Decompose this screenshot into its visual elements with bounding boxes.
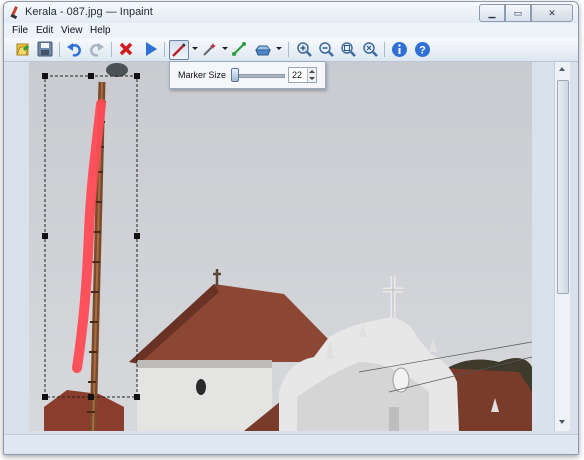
magic-wand-icon <box>203 43 216 56</box>
zoom-out-button[interactable] <box>317 40 335 58</box>
zoom-actual-icon <box>363 42 378 57</box>
menu-edit[interactable]: Edit <box>36 25 53 36</box>
toolbar-separator <box>384 42 385 57</box>
eraser-icon <box>255 45 271 56</box>
open-icon <box>16 43 30 56</box>
help-icon: ? <box>414 41 430 57</box>
minimize-button[interactable]: ▁ <box>479 4 505 22</box>
save-button[interactable] <box>36 40 54 58</box>
undo-icon <box>67 43 81 57</box>
toolbar: ? <box>4 38 578 62</box>
svg-text:?: ? <box>419 44 426 56</box>
help-button[interactable]: ? <box>413 40 431 58</box>
zoom-fit-icon <box>341 42 356 57</box>
run-button[interactable] <box>142 40 160 58</box>
redo-button[interactable] <box>88 40 106 58</box>
marker-icon <box>172 43 186 57</box>
toolbar-separator <box>288 42 289 57</box>
marker-size-slider-thumb[interactable] <box>230 68 239 82</box>
marker-dropdown-arrow[interactable] <box>192 47 198 50</box>
window-title: Kerala - 087.jpg — Inpaint <box>25 6 153 18</box>
marker-size-value: 22 <box>292 70 303 80</box>
close-icon: ✕ <box>548 7 556 18</box>
maximize-icon: ▭ <box>513 7 523 18</box>
image-canvas[interactable] <box>29 62 532 431</box>
magic-wand-dropdown-arrow[interactable] <box>222 47 228 50</box>
undo-button[interactable] <box>65 40 83 58</box>
spin-buttons[interactable] <box>307 68 316 82</box>
maximize-button[interactable]: ▭ <box>505 4 531 22</box>
marker-size-popup: Marker Size 22 <box>169 61 326 89</box>
open-button[interactable] <box>14 40 32 58</box>
eraser-dropdown-arrow[interactable] <box>276 47 282 50</box>
spin-arrows-icon <box>309 70 315 80</box>
minimize-icon: ▁ <box>488 7 496 18</box>
scroll-up-arrow-icon[interactable] <box>559 67 565 71</box>
magic-wand-button[interactable] <box>201 40 219 58</box>
zoom-in-icon <box>297 42 312 57</box>
marker-size-slider-track[interactable] <box>231 74 285 78</box>
status-bar <box>4 434 578 454</box>
menu-view[interactable]: View <box>61 25 83 36</box>
menu-file[interactable]: File <box>12 25 28 36</box>
marker-size-label: Marker Size <box>178 70 227 80</box>
inpaint-app-icon <box>10 6 18 19</box>
eraser-button[interactable] <box>254 40 272 58</box>
scroll-down-arrow-icon[interactable] <box>559 420 565 424</box>
toolbar-separator <box>164 42 165 57</box>
line-icon <box>232 42 246 56</box>
redo-icon <box>90 43 104 57</box>
line-tool-button[interactable] <box>230 40 248 58</box>
toolbar-separator <box>59 42 60 57</box>
marker-tool-button[interactable] <box>169 40 189 60</box>
zoom-fit-button[interactable] <box>339 40 357 58</box>
zoom-out-icon <box>319 42 334 57</box>
delete-icon <box>119 42 133 56</box>
workspace <box>4 62 578 434</box>
menu-help[interactable]: Help <box>90 25 111 36</box>
info-button[interactable] <box>390 40 408 58</box>
title-bar: Kerala - 087.jpg — Inpaint ▁ ▭ ✕ <box>4 2 578 23</box>
save-icon <box>37 41 53 57</box>
zoom-actual-button[interactable] <box>361 40 379 58</box>
close-button[interactable]: ✕ <box>531 4 573 22</box>
vertical-scrollbar[interactable] <box>554 62 570 431</box>
marker-size-spinbox[interactable]: 22 <box>288 67 317 83</box>
delete-button[interactable] <box>117 40 135 58</box>
kerala-church-photo <box>29 62 532 431</box>
menu-bar: File Edit View Help <box>4 23 578 38</box>
info-icon <box>391 41 407 57</box>
toolbar-separator <box>111 42 112 57</box>
scrollbar-thumb[interactable] <box>557 80 569 294</box>
run-icon <box>146 42 157 56</box>
zoom-in-button[interactable] <box>295 40 313 58</box>
